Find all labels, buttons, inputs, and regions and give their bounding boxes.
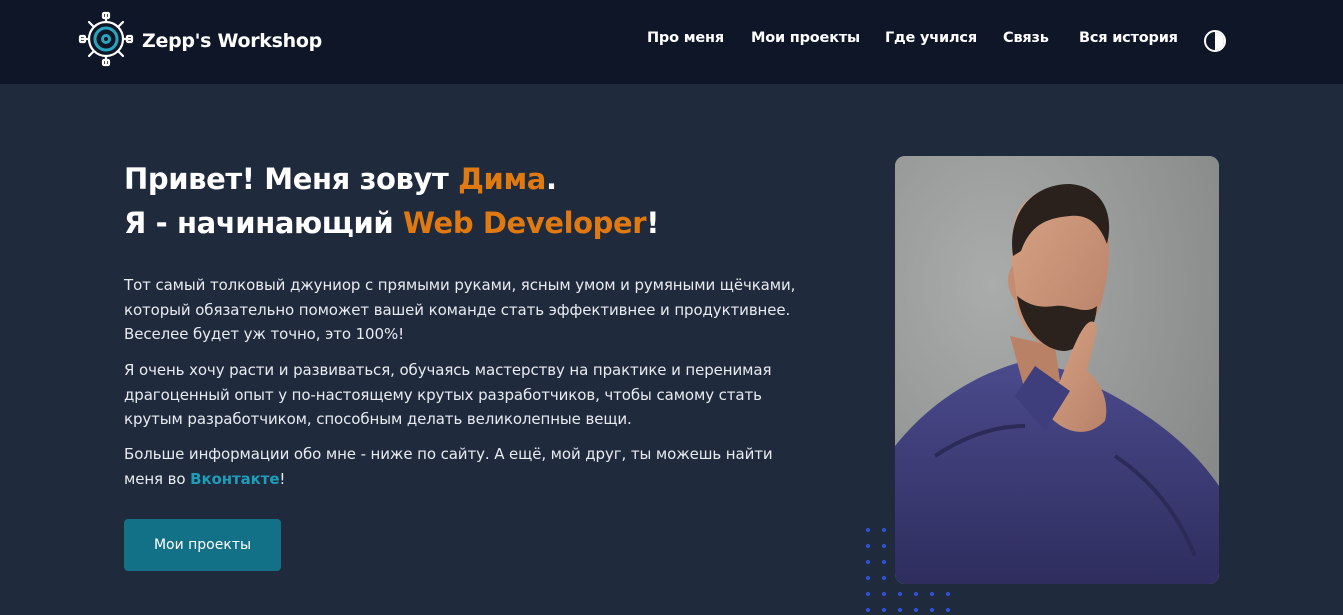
nav-item-projects[interactable]: Мои проекты xyxy=(751,30,860,46)
nav-item-contact[interactable]: Связь xyxy=(1003,30,1049,46)
decorative-dot xyxy=(946,592,950,596)
decorative-dot xyxy=(866,608,870,612)
decorative-dot xyxy=(882,592,886,596)
profile-photo xyxy=(895,156,1219,584)
decorative-dot xyxy=(882,560,886,564)
nav-item-history[interactable]: Вся история xyxy=(1079,30,1178,46)
decorative-dot xyxy=(866,560,870,564)
decorative-dot xyxy=(946,608,950,612)
contrast-icon[interactable] xyxy=(1204,30,1226,52)
heading-line1-text: Привет! Меня зовут xyxy=(124,162,459,196)
goals-paragraph: Я очень хочу расти и развиваться, обучая… xyxy=(124,361,772,428)
decorative-dot xyxy=(866,592,870,596)
heading-line2-text: Я - начинающий xyxy=(124,206,403,240)
more-info-end: ! xyxy=(279,469,286,488)
decorative-dot xyxy=(930,608,934,612)
heading-role-accent: Web Developer xyxy=(403,206,647,240)
nav-item-education[interactable]: Где учился xyxy=(885,30,977,46)
main-nav: Про меня Мои проекты Где учился Связь Вс… xyxy=(0,30,1343,54)
decorative-dot xyxy=(898,592,902,596)
decorative-dot xyxy=(882,528,886,532)
decorative-dot xyxy=(914,592,918,596)
heading-line2-end: ! xyxy=(646,206,660,240)
decorative-dot xyxy=(882,544,886,548)
intro-paragraph: Тот самый толковый джуниор с прямыми рук… xyxy=(124,276,796,343)
hero-heading: Привет! Меня зовут Дима. Я - начинающий … xyxy=(124,157,844,245)
vk-link[interactable]: Вконтакте xyxy=(190,470,279,488)
decorative-dot xyxy=(898,608,902,612)
decorative-dot xyxy=(866,544,870,548)
decorative-dot xyxy=(866,576,870,580)
decorative-dot xyxy=(930,592,934,596)
heading-line1-end: . xyxy=(545,162,557,196)
my-projects-button[interactable]: Мои проекты xyxy=(124,519,281,571)
decorative-dot xyxy=(914,608,918,612)
decorative-dot xyxy=(882,608,886,612)
more-info-paragraph: Больше информации обо мне - ниже по сайт… xyxy=(124,442,814,491)
heading-name-accent: Дима xyxy=(458,162,546,196)
decorative-dot xyxy=(882,576,886,580)
site-header: Zepp's Workshop Про меня Мои проекты Где… xyxy=(0,0,1343,84)
nav-item-about[interactable]: Про меня xyxy=(647,30,724,46)
decorative-dot xyxy=(866,528,870,532)
